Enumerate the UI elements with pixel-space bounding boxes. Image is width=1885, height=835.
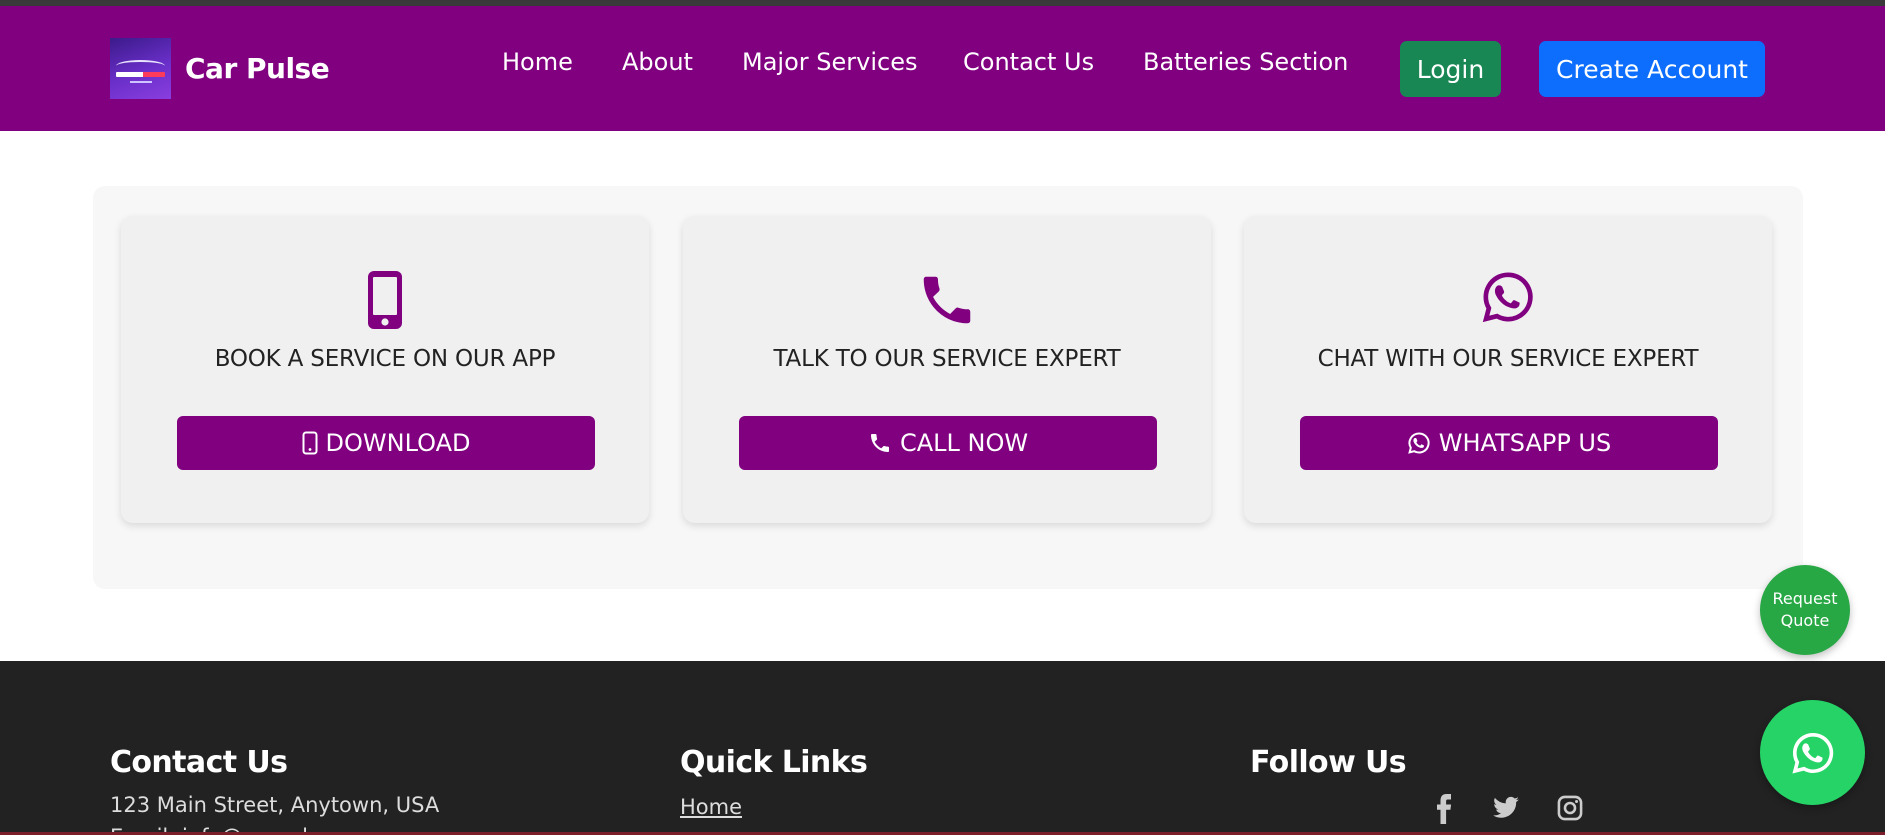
button-label: DOWNLOAD <box>325 429 471 457</box>
create-account-button[interactable]: Create Account <box>1539 41 1765 97</box>
card-chat-expert: CHAT WITH OUR SERVICE EXPERT WHATSAPP US <box>1244 216 1772 523</box>
card-title: BOOK A SERVICE ON OUR APP <box>214 346 556 372</box>
footer-contact-heading: Contact Us <box>110 745 288 780</box>
mobile-phone-icon <box>121 269 649 331</box>
nav-major-services[interactable]: Major Services <box>742 48 917 76</box>
request-quote-line1: Request <box>1772 589 1838 608</box>
site-header: Car Pulse Home About Major Services Cont… <box>0 6 1885 131</box>
nav-home[interactable]: Home <box>502 48 573 76</box>
nav-batteries-section[interactable]: Batteries Section <box>1143 48 1348 76</box>
twitter-icon[interactable] <box>1491 794 1521 826</box>
whatsapp-icon <box>1407 432 1430 454</box>
login-button[interactable]: Login <box>1400 41 1501 97</box>
whatsapp-float-button[interactable] <box>1760 700 1865 805</box>
card-title: CHAT WITH OUR SERVICE EXPERT <box>1317 346 1699 372</box>
download-button[interactable]: DOWNLOAD <box>177 416 595 470</box>
site-footer: Contact Us 123 Main Street, Anytown, USA… <box>0 661 1885 835</box>
brand-name: Car Pulse <box>185 52 330 85</box>
phone-icon <box>683 269 1211 331</box>
footer-link-home[interactable]: Home <box>680 795 742 819</box>
mobile-phone-icon <box>302 431 318 455</box>
brand-logo <box>110 38 171 99</box>
card-title: TALK TO OUR SERVICE EXPERT <box>773 346 1121 372</box>
request-quote-line2: Quote <box>1780 611 1830 630</box>
instagram-icon[interactable] <box>1556 794 1584 826</box>
footer-address: 123 Main Street, Anytown, USA <box>110 793 440 817</box>
brand[interactable]: Car Pulse <box>110 38 330 99</box>
whatsapp-icon <box>1791 732 1833 774</box>
request-quote-button[interactable]: Request Quote <box>1760 565 1850 655</box>
whatsapp-icon <box>1244 269 1772 331</box>
button-label: WHATSAPP US <box>1438 429 1612 457</box>
button-label: CALL NOW <box>899 429 1029 457</box>
call-now-button[interactable]: CALL NOW <box>739 416 1157 470</box>
whatsapp-us-button[interactable]: WHATSAPP US <box>1300 416 1718 470</box>
footer-follow-heading: Follow Us <box>1250 745 1407 780</box>
card-talk-expert: TALK TO OUR SERVICE EXPERT CALL NOW <box>683 216 1211 523</box>
card-book-app: BOOK A SERVICE ON OUR APP DOWNLOAD <box>121 216 649 523</box>
contact-options-section: BOOK A SERVICE ON OUR APP DOWNLOAD TALK … <box>93 186 1803 589</box>
phone-icon <box>870 434 889 452</box>
nav-contact-us[interactable]: Contact Us <box>963 48 1094 76</box>
facebook-icon[interactable] <box>1432 794 1456 828</box>
footer-links-heading: Quick Links <box>680 745 868 780</box>
nav-about[interactable]: About <box>622 48 693 76</box>
